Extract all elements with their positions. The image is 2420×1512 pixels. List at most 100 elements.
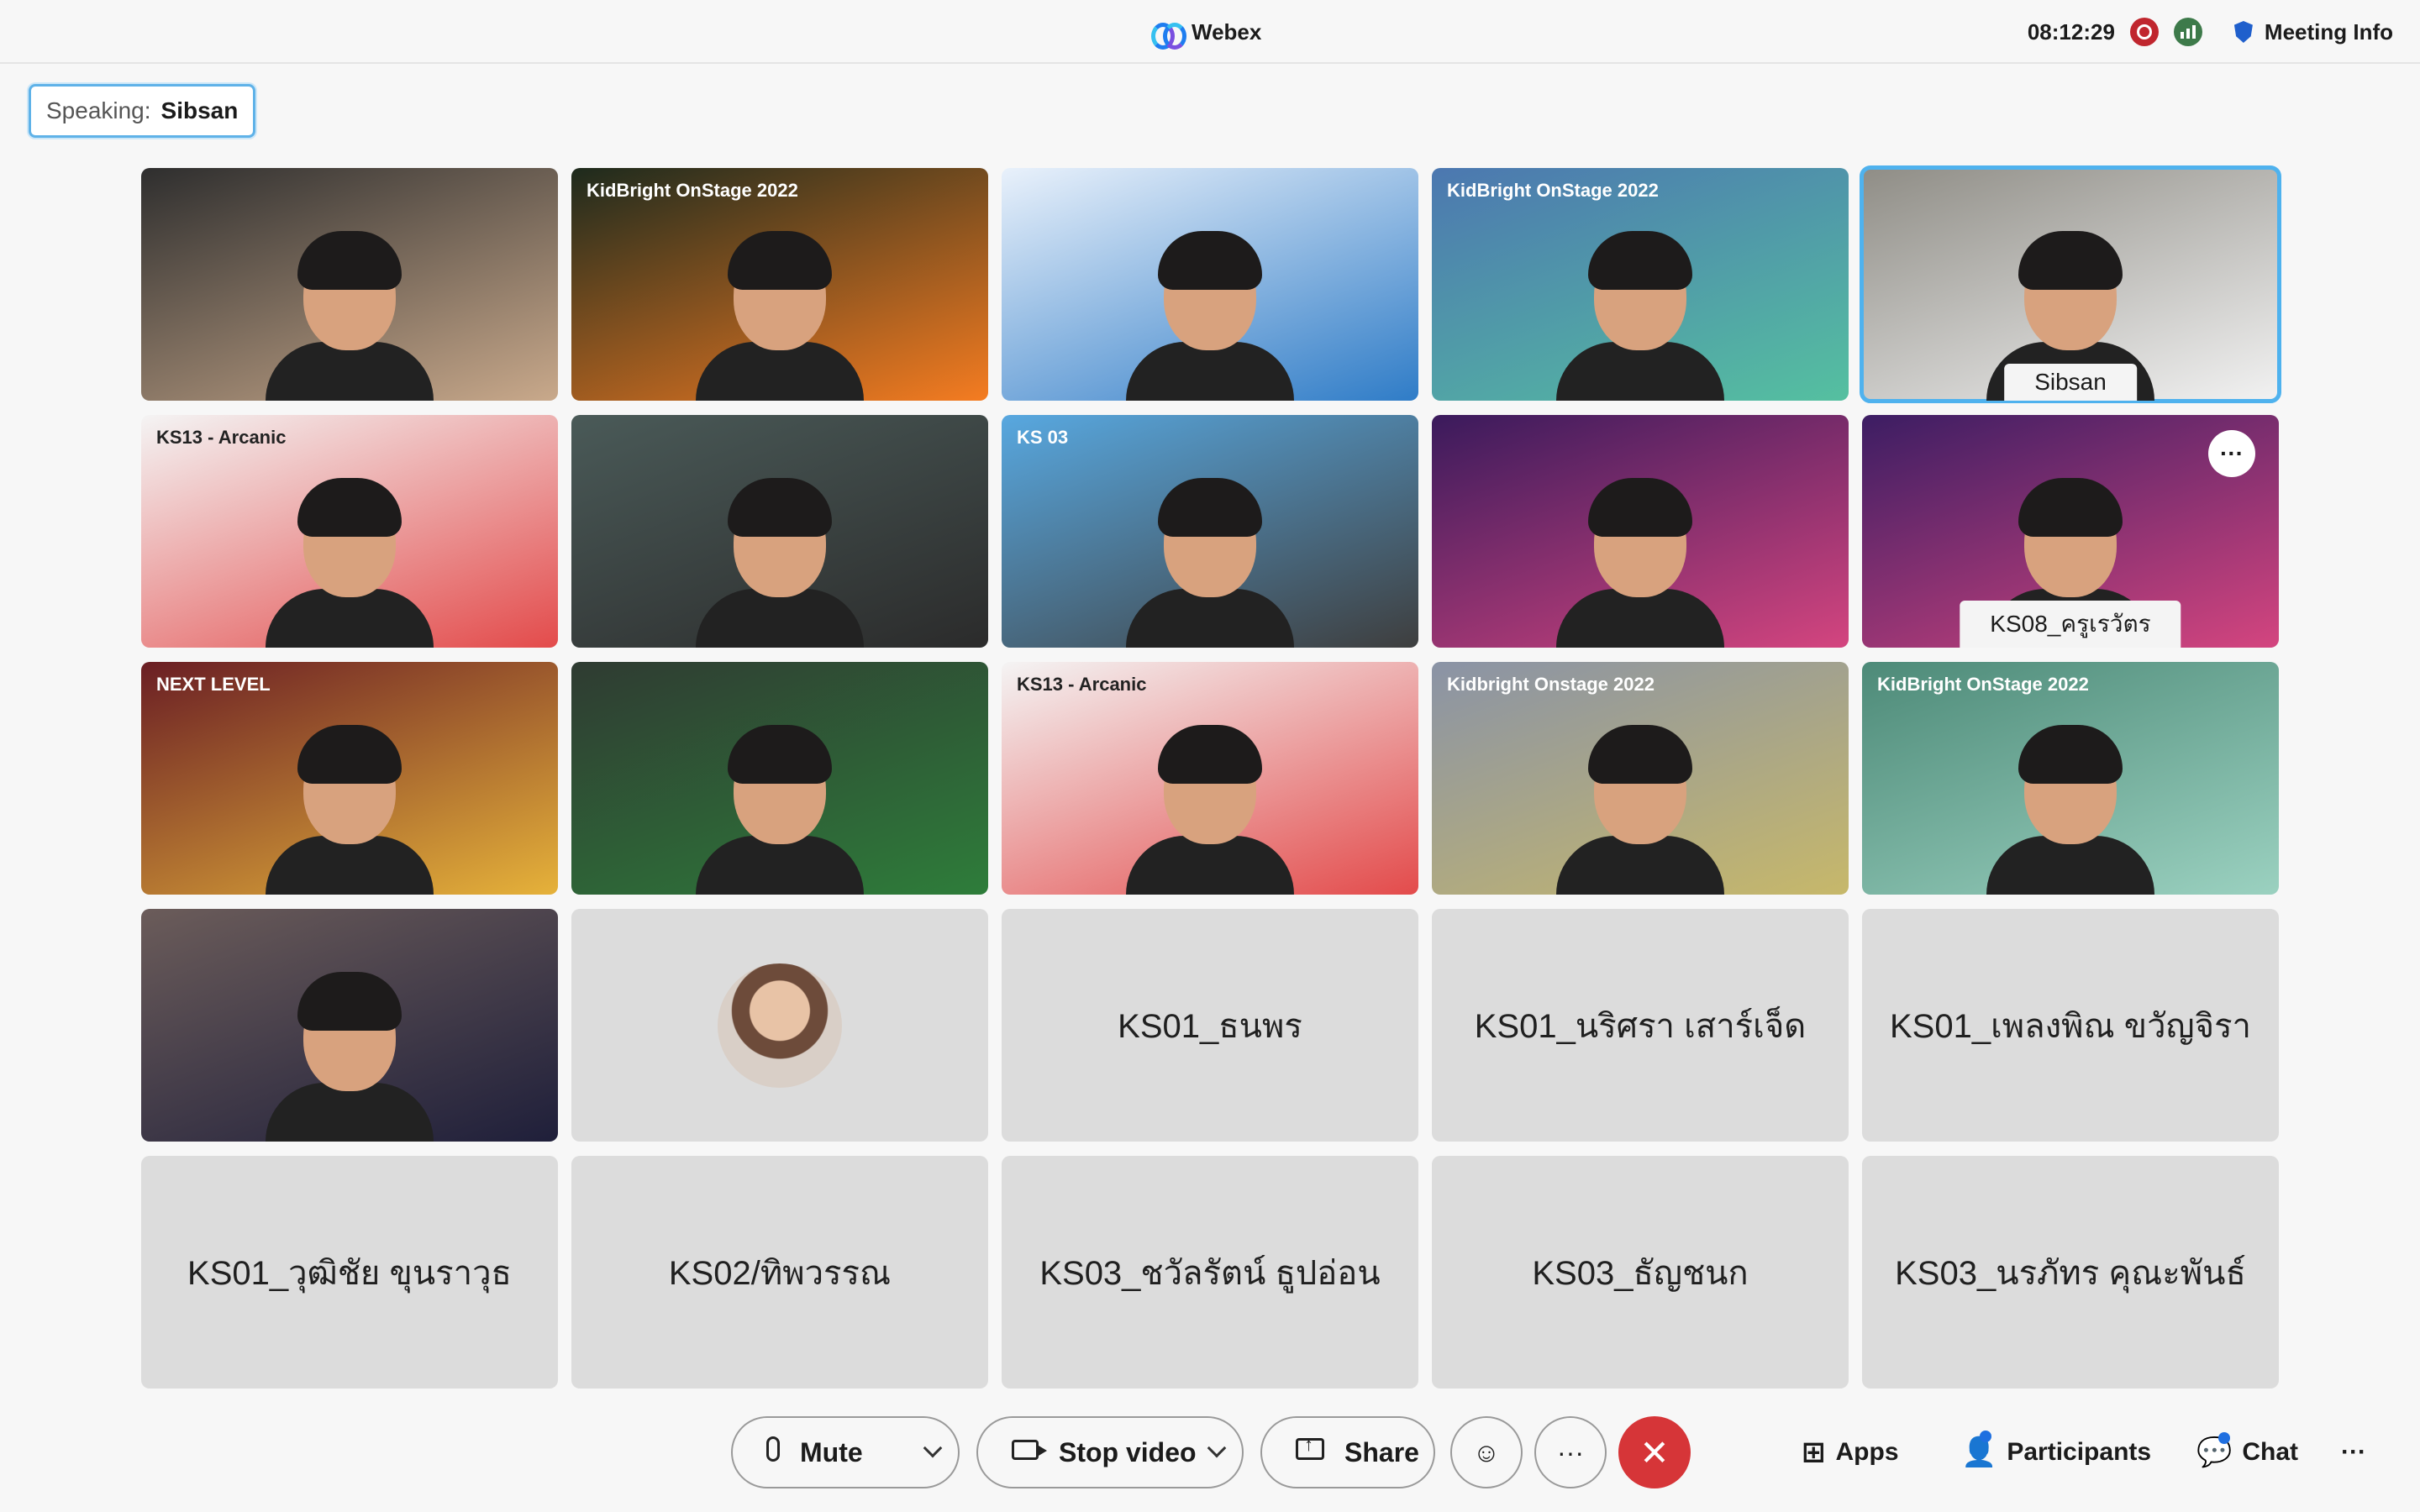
app-title: Webex (1151, 17, 1262, 50)
reactions-button[interactable]: ☺ (1450, 1416, 1523, 1488)
participant-tile[interactable]: KS03_นรภัทร คุณะพันธ์ (1862, 1156, 2279, 1389)
tile-more-icon[interactable]: ··· (2208, 430, 2255, 477)
chat-label: Chat (2242, 1438, 2299, 1466)
participant-name-label: Sibsan (2004, 364, 2137, 401)
status-area: 08:12:29 Meeting Info (2028, 15, 2393, 49)
participant-tile[interactable]: KS03_ชวัลรัตน์ ธูปอ่อน (1002, 1156, 1418, 1389)
mute-button[interactable]: Mute (731, 1416, 960, 1488)
emoji-icon: ☺ (1472, 1436, 1501, 1467)
participant-name: KS03_ธัญชนก (1532, 1254, 1749, 1292)
more-icon: ··· (2341, 1438, 2366, 1466)
participant-tile[interactable]: KS08_ครูเรวัตร ··· (1862, 415, 2279, 648)
participant-tile[interactable]: KidBright OnStage 2022 (571, 168, 988, 401)
participant-video (266, 471, 434, 648)
participant-video (1986, 718, 2154, 895)
video-overlay-text: KS13 - Arcanic (156, 427, 287, 448)
participant-tile[interactable]: KS 03 (1002, 415, 1418, 648)
shield-icon (2233, 21, 2253, 43)
participant-tile[interactable]: KS03_ธัญชนก (1432, 1156, 1849, 1389)
apps-button[interactable]: ⊞ Apps (1802, 1416, 1899, 1488)
participant-video (266, 224, 434, 401)
more-options-button[interactable]: ··· (1534, 1416, 1607, 1488)
participant-video (696, 718, 864, 895)
close-icon: ✕ (1639, 1432, 1670, 1473)
meeting-info-label: Meeting Info (2264, 18, 2393, 45)
participant-tile[interactable]: KS13 - Arcanic (1002, 662, 1418, 895)
video-overlay-text: KidBright OnStage 2022 (1877, 674, 2089, 695)
participant-tile[interactable] (1002, 168, 1418, 401)
video-overlay-text: KidBright OnStage 2022 (1447, 180, 1659, 201)
participant-name: KS02/ทิพวรรณ (668, 1254, 892, 1292)
participant-video (696, 471, 864, 648)
participants-button[interactable]: 👤 Participants (1961, 1416, 2151, 1488)
participant-tile[interactable]: KidBright OnStage 2022 (1862, 662, 2279, 895)
participant-tile[interactable] (141, 168, 558, 401)
participant-video (266, 718, 434, 895)
participant-name: KS01_วุฒิชัย ขุนราวุธ (187, 1254, 512, 1292)
share-label: Share (1344, 1436, 1419, 1467)
participant-video (1556, 224, 1724, 401)
microphone-icon (766, 1436, 780, 1468)
chevron-down-icon[interactable] (1207, 1438, 1227, 1458)
participant-name: KS01_เพลงพิณ ขวัญจิรา (1889, 1007, 2252, 1045)
participant-tile[interactable]: NEXT LEVEL (141, 662, 558, 895)
participant-video (266, 965, 434, 1142)
video-overlay-text: KS13 - Arcanic (1017, 674, 1147, 695)
participant-tile[interactable]: KS01_วุฒิชัย ขุนราวุธ (141, 1156, 558, 1389)
speaking-indicator: Speaking: Sibsan (29, 84, 256, 138)
avatar (718, 963, 842, 1088)
network-health-icon[interactable] (2173, 18, 2202, 46)
video-overlay-text: KidBright OnStage 2022 (587, 180, 798, 201)
participants-label: Participants (2007, 1438, 2152, 1466)
app-title-text: Webex (1192, 18, 1262, 45)
participant-tile[interactable] (1432, 415, 1849, 648)
participant-tile[interactable]: KidBright OnStage 2022 (1432, 168, 1849, 401)
more-icon: ··· (1557, 1436, 1584, 1467)
video-overlay-text: KS 03 (1017, 427, 1069, 448)
apps-label: Apps (1835, 1438, 1899, 1466)
share-button[interactable]: Share (1260, 1416, 1435, 1488)
participant-name-label: KS08_ครูเรวัตร (1960, 601, 2181, 648)
participant-tile[interactable] (141, 909, 558, 1142)
participant-name: KS01_ธนพร (1118, 1007, 1302, 1045)
recording-icon[interactable] (2129, 18, 2159, 46)
stop-video-label: Stop video (1059, 1436, 1197, 1467)
participant-grid: KidBright OnStage 2022 KidBright OnStage … (141, 165, 2281, 1389)
participant-video (1126, 224, 1294, 401)
meeting-clock: 08:12:29 (2027, 18, 2115, 45)
participant-tile[interactable]: KS01_ธนพร (1002, 909, 1418, 1142)
chat-bubble-icon: 💬 (2196, 1432, 2232, 1469)
webex-logo-icon (1151, 19, 1186, 50)
participant-video (696, 224, 864, 401)
participant-tile[interactable]: Kidbright Onstage 2022 (1432, 662, 1849, 895)
camera-icon (1012, 1438, 1047, 1467)
participant-tile[interactable]: KS01_นริศรา เสาร์เจ็ด (1432, 909, 1849, 1142)
overflow-button[interactable]: ··· (2341, 1416, 2366, 1488)
leave-meeting-button[interactable]: ✕ (1618, 1416, 1691, 1488)
title-bar: Webex 08:12:29 Meeting Info (0, 0, 2420, 64)
speaking-name: Sibsan (160, 97, 239, 123)
participant-tile[interactable] (571, 662, 988, 895)
participant-tile[interactable]: KS02/ทิพวรรณ (571, 1156, 988, 1389)
person-icon: 👤 (1961, 1431, 1996, 1469)
video-overlay-text: NEXT LEVEL (156, 674, 271, 695)
participant-tile[interactable] (571, 909, 988, 1142)
mute-label: Mute (800, 1436, 863, 1467)
stop-video-button[interactable]: Stop video (976, 1416, 1244, 1488)
participant-video (1556, 471, 1724, 648)
apps-grid-icon: ⊞ (1802, 1436, 1826, 1468)
participant-tile[interactable]: KS01_เพลงพิณ ขวัญจิรา (1862, 909, 2279, 1142)
share-screen-icon (1296, 1434, 1324, 1467)
meeting-info-button[interactable]: Meeting Info (2217, 19, 2393, 45)
participant-tile[interactable]: Sibsan (1860, 165, 2281, 403)
meeting-toolbar: Mute Stop video Share ☺ ··· ✕ ⊞ Apps 👤 P… (0, 1416, 2420, 1488)
chevron-down-icon[interactable] (923, 1438, 943, 1458)
chat-button[interactable]: 💬 Chat (2196, 1416, 2298, 1488)
participant-tile[interactable]: KS13 - Arcanic (141, 415, 558, 648)
participant-video (1126, 471, 1294, 648)
participant-tile[interactable] (571, 415, 988, 648)
participant-video (1556, 718, 1724, 895)
participant-name: KS03_นรภัทร คุณะพันธ์ (1895, 1254, 2246, 1292)
video-overlay-text: Kidbright Onstage 2022 (1447, 674, 1655, 695)
participant-name: KS03_ชวัลรัตน์ ธูปอ่อน (1039, 1254, 1381, 1292)
